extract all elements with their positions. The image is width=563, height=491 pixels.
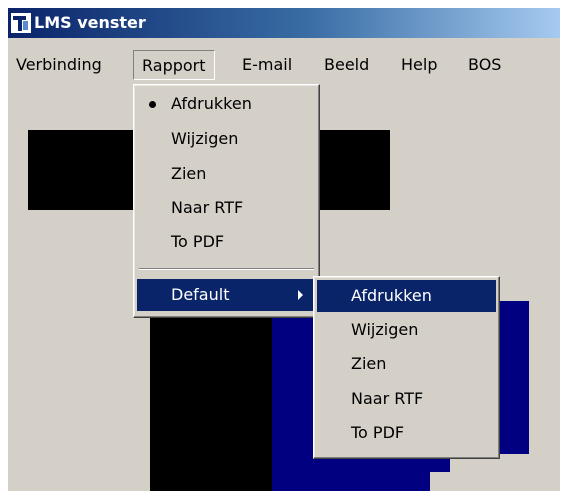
title-bar[interactable]: LMS venster — [8, 8, 560, 38]
menu-option-naar-rtf[interactable]: Naar RTF — [137, 192, 316, 224]
check-bullet-icon — [149, 101, 156, 108]
app-logo-icon — [11, 13, 31, 33]
menu-option-wijzigen[interactable]: Wijzigen — [137, 123, 316, 155]
submenu-option-wijzigen[interactable]: Wijzigen — [317, 314, 496, 346]
menu-option-to-pdf[interactable]: To PDF — [137, 226, 316, 258]
submenu-option-zien[interactable]: Zien — [317, 348, 496, 380]
menu-option-afdrukken[interactable]: Afdrukken — [137, 88, 316, 120]
rapport-dropdown: Afdrukken Wijzigen Zien Naar RTF To PDF … — [133, 84, 320, 318]
submenu-option-afdrukken[interactable]: Afdrukken — [317, 280, 496, 312]
submenu-arrow-icon — [298, 290, 303, 300]
menu-option-zien[interactable]: Zien — [137, 158, 316, 190]
menu-e-mail[interactable]: E-mail — [234, 50, 300, 80]
menu-verbinding[interactable]: Verbinding — [8, 50, 110, 80]
menu-help[interactable]: Help — [393, 50, 445, 80]
submenu-option-naar-rtf[interactable]: Naar RTF — [317, 383, 496, 415]
window-title: LMS venster — [34, 13, 146, 32]
blue-block — [272, 472, 430, 491]
submenu-option-to-pdf[interactable]: To PDF — [317, 417, 496, 449]
menu-beeld[interactable]: Beeld — [316, 50, 377, 80]
menu-bos[interactable]: BOS — [460, 50, 509, 80]
menu-rapport[interactable]: Rapport — [133, 50, 215, 80]
menu-option-default[interactable]: Default — [137, 279, 316, 311]
menu-separator — [139, 268, 314, 270]
default-submenu: Afdrukken Wijzigen Zien Naar RTF To PDF — [313, 276, 500, 459]
app-window: LMS venster Verbinding Rapport E-mail Be… — [8, 8, 560, 491]
menu-bar: Verbinding Rapport E-mail Beeld Help BOS — [8, 50, 560, 82]
